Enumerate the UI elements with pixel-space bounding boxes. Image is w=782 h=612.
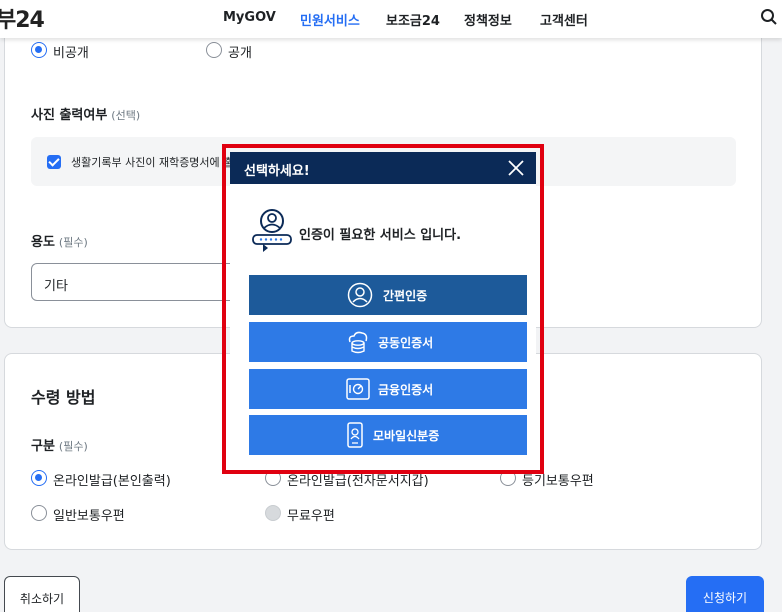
nav-policy[interactable]: 정책정보 [464,10,512,29]
mobile-id-button[interactable]: 모바일신분증 [249,415,527,455]
radio-online-self-label: 온라인발급(본인출력) [53,474,171,489]
photo-checkbox-label: 생활기록부 사진이 재학증명서에 출 [71,156,234,169]
auth-required-message: 인증이 필요한 서비스 입니다. [299,228,462,243]
radio-public-label: 공개 [228,46,252,61]
radio-online-self[interactable] [31,470,47,486]
safe-icon [346,378,370,400]
auth-select-modal: 선택하세요! 인증이 필요한 서비스 입니다. 간편인증 공동인증서 금융인증서… [230,152,536,466]
receipt-section-title: 수령 방법 [31,388,96,407]
radio-free-mail [265,505,281,521]
radio-private[interactable] [31,42,47,58]
financial-certificate-button[interactable]: 금융인증서 [249,369,527,409]
radio-private-label: 비공개 [53,46,89,61]
nav-mygov[interactable]: MyGOV [223,10,276,25]
search-icon[interactable] [760,8,778,26]
photo-checkbox[interactable] [47,155,61,169]
cancel-button[interactable]: 취소하기 [4,576,80,612]
authentication-icon [252,209,292,252]
receipt-category-title: 구분 (필수) [31,439,88,454]
usage-select[interactable]: 기타 [31,263,241,301]
joint-certificate-button[interactable]: 공동인증서 [249,322,527,362]
apply-button[interactable]: 신청하기 [686,576,764,612]
nav-subsidy[interactable]: 보조금24 [386,10,440,29]
simple-auth-button[interactable]: 간편인증 [249,275,527,315]
cloud-database-icon [348,331,368,354]
top-header: 부24 MyGOV 민원서비스 보조금24 정책정보 고객센터 [0,0,782,38]
joint-certificate-label: 공동인증서 [378,336,434,350]
radio-public[interactable] [206,42,222,58]
modal-header: 선택하세요! [230,152,536,184]
photo-field-title: 사진 출력여부 (선택) [31,108,141,123]
simple-auth-label: 간편인증 [383,289,428,303]
radio-free-mail-label: 무료우편 [287,509,335,524]
radio-regular-mail-label: 일반보통우편 [53,509,125,524]
user-circle-icon [347,282,373,308]
nav-civil-service[interactable]: 민원서비스 [300,10,360,29]
nav-customer-center[interactable]: 고객센터 [540,10,588,29]
usage-field-title: 용도 (필수) [31,235,88,250]
radio-regular-mail[interactable] [31,505,47,521]
site-logo[interactable]: 부24 [0,2,45,34]
modal-highlight-frame: 선택하세요! 인증이 필요한 서비스 입니다. 간편인증 공동인증서 금융인증서… [222,144,544,474]
mobile-id-label: 모바일신분증 [373,429,440,443]
modal-title: 선택하세요! [244,164,310,179]
close-icon[interactable] [506,158,526,178]
financial-certificate-label: 금융인증서 [378,383,434,397]
mobile-id-icon [347,422,363,448]
